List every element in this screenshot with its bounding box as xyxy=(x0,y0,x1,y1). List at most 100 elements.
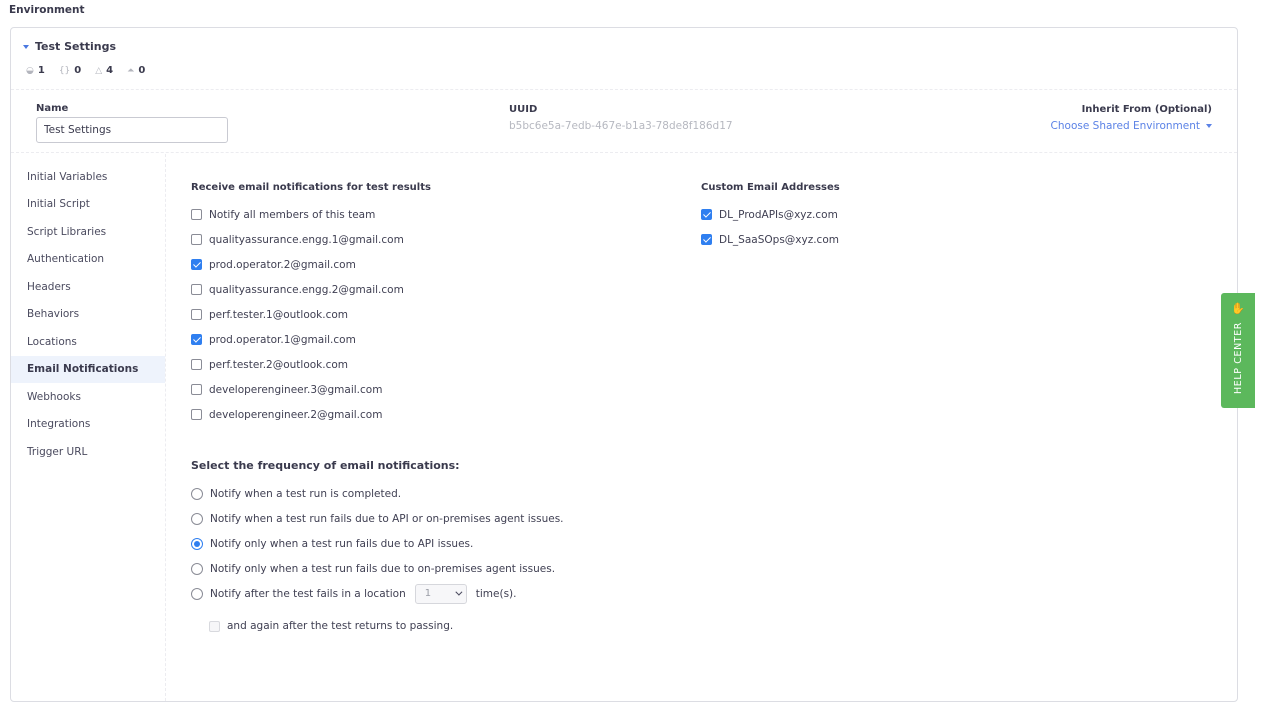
help-center-label: HELP CENTER xyxy=(1232,322,1244,394)
uuid-label: UUID xyxy=(509,104,538,115)
recipient-row[interactable]: developerengineer.2@gmail.com xyxy=(191,402,404,427)
checkbox[interactable] xyxy=(701,234,712,245)
again-checkbox[interactable] xyxy=(209,620,220,632)
inherit-label: Inherit From (Optional) xyxy=(1081,104,1212,115)
recipient-row[interactable]: qualityassurance.engg.2@gmail.com xyxy=(191,277,404,302)
meta-row: Name UUID b5bc6e5a-7edb-467e-b1a3-78de8f… xyxy=(11,90,1237,153)
recipient-label: qualityassurance.engg.2@gmail.com xyxy=(209,283,404,296)
custom-email-label: DL_SaaSOps@xyz.com xyxy=(719,233,839,246)
frequency-option-label: Notify only when a test run fails due to… xyxy=(210,537,474,550)
checkbox[interactable] xyxy=(191,234,202,245)
bell-icon: △ xyxy=(95,65,103,76)
radio-button[interactable] xyxy=(191,537,203,550)
sidebar-item-initial-variables[interactable]: Initial Variables xyxy=(11,163,165,191)
stat-tests: ⏶ 0 xyxy=(127,65,145,76)
collapse-toggle[interactable]: Test Settings xyxy=(23,40,116,53)
recipient-label: prod.operator.1@gmail.com xyxy=(209,333,356,346)
sidebar-item-locations[interactable]: Locations xyxy=(11,328,165,356)
checkbox[interactable] xyxy=(191,334,202,345)
stat-notifications: △ 4 xyxy=(95,65,113,76)
checkbox[interactable] xyxy=(191,384,202,395)
caret-down-icon xyxy=(23,44,29,49)
recipient-label: developerengineer.3@gmail.com xyxy=(209,383,383,396)
dropdown-label: Choose Shared Environment xyxy=(1050,120,1200,132)
sidebar-item-authentication[interactable]: Authentication xyxy=(11,246,165,274)
stats-bar: ◒ 1 {} 0 △ 4 ⏶ 0 xyxy=(26,65,145,76)
settings-body: Initial Variables Initial Script Script Li… xyxy=(11,154,1237,701)
recipient-label: prod.operator.2@gmail.com xyxy=(209,258,356,271)
again-after-passing-option[interactable]: and again after the test returns to pass… xyxy=(209,616,453,636)
uuid-group: UUID b5bc6e5a-7edb-467e-b1a3-78de8f186d1… xyxy=(509,104,733,132)
sidebar-item-email-notifications[interactable]: Email Notifications xyxy=(11,355,165,383)
sidebar-item-initial-script[interactable]: Initial Script xyxy=(11,191,165,219)
radio-button[interactable] xyxy=(191,562,203,575)
frequency-option[interactable]: Notify only when a test run fails due to… xyxy=(191,531,564,556)
email-notifications-content: Receive email notifications for test res… xyxy=(166,154,1237,701)
recipient-label: qualityassurance.engg.1@gmail.com xyxy=(209,233,404,246)
environment-panel: Test Settings ◒1 {}0 △4 ⏶0 Name UUID b5b… xyxy=(10,27,1238,702)
name-label: Name xyxy=(36,103,69,114)
caret-down-icon xyxy=(1206,124,1212,128)
panel-header: Test Settings ◒ 1 {} 0 △ 4 ⏶ 0 xyxy=(11,28,1237,90)
frequency-options: Notify when a test run is completed. Noti… xyxy=(191,481,564,606)
frequency-option[interactable]: Notify only when a test run fails due to… xyxy=(191,556,564,581)
radio-button[interactable] xyxy=(191,487,203,500)
panel-title: Test Settings xyxy=(35,40,117,53)
sidebar-item-integrations[interactable]: Integrations xyxy=(11,411,165,439)
recipient-row[interactable]: prod.operator.2@gmail.com xyxy=(191,252,404,277)
frequency-option[interactable]: Notify when a test run fails due to API … xyxy=(191,506,564,531)
custom-email-row[interactable]: DL_ProdAPIs@xyz.com xyxy=(701,202,839,227)
recipient-label: perf.tester.2@outlook.com xyxy=(209,358,349,371)
name-input[interactable] xyxy=(36,117,228,143)
checkbox[interactable] xyxy=(701,209,712,220)
times-select[interactable]: 1 xyxy=(414,583,467,604)
help-center-tab[interactable]: ✋ HELP CENTER xyxy=(1221,293,1255,408)
custom-emails-list: DL_ProdAPIs@xyz.com DL_SaaSOps@xyz.com xyxy=(701,202,839,252)
frequency-option-label: Notify when a test run is completed. xyxy=(210,487,402,500)
recipient-row[interactable]: Notify all members of this team xyxy=(191,202,404,227)
checkbox[interactable] xyxy=(191,309,202,320)
stat-value: 0 xyxy=(138,65,146,76)
frequency-option-location[interactable]: Notify after the test fails in a locatio… xyxy=(191,581,564,606)
recipient-row[interactable]: qualityassurance.engg.1@gmail.com xyxy=(191,227,404,252)
inherit-group: Inherit From (Optional) Choose Shared En… xyxy=(1051,104,1212,132)
frequency-option[interactable]: Notify when a test run is completed. xyxy=(191,481,564,506)
recipient-row[interactable]: perf.tester.1@outlook.com xyxy=(191,302,404,327)
page-title: Environment xyxy=(9,4,85,16)
stat-value: 1 xyxy=(37,65,45,76)
uuid-value: b5bc6e5a-7edb-467e-b1a3-78de8f186d17 xyxy=(509,120,733,132)
frequency-option-label: Notify when a test run fails due to API … xyxy=(210,512,564,525)
recipient-label: perf.tester.1@outlook.com xyxy=(209,308,349,321)
globe-icon: ◒ xyxy=(26,65,34,76)
checkbox[interactable] xyxy=(191,209,202,220)
recipients-title: Receive email notifications for test res… xyxy=(191,182,431,193)
radio-button[interactable] xyxy=(191,512,203,525)
recipient-row[interactable]: developerengineer.3@gmail.com xyxy=(191,377,404,402)
recipient-row[interactable]: perf.tester.2@outlook.com xyxy=(191,352,404,377)
checkbox[interactable] xyxy=(191,284,202,295)
location-suffix: time(s). xyxy=(475,587,517,600)
frequency-title: Select the frequency of email notificati… xyxy=(191,459,460,472)
sidebar-item-behaviors[interactable]: Behaviors xyxy=(11,301,165,329)
custom-emails-title: Custom Email Addresses xyxy=(701,182,840,193)
recipient-label: developerengineer.2@gmail.com xyxy=(209,408,383,421)
waving-hand-icon: ✋ xyxy=(1231,302,1245,315)
sidebar-item-trigger-url[interactable]: Trigger URL xyxy=(11,438,165,466)
checkbox[interactable] xyxy=(191,409,202,420)
stat-locations: ◒ 1 xyxy=(26,65,45,76)
sidebar-item-webhooks[interactable]: Webhooks xyxy=(11,383,165,411)
radio-button[interactable] xyxy=(191,587,203,600)
flask-icon: ⏶ xyxy=(127,65,135,76)
times-value: 1 xyxy=(424,588,432,599)
checkbox[interactable] xyxy=(191,359,202,370)
sidebar-item-headers[interactable]: Headers xyxy=(11,273,165,301)
braces-icon: {} xyxy=(58,65,71,76)
choose-shared-environment-dropdown[interactable]: Choose Shared Environment xyxy=(1051,120,1212,132)
sidebar-item-script-libraries[interactable]: Script Libraries xyxy=(11,218,165,246)
chevron-down-icon xyxy=(455,588,463,596)
recipient-row[interactable]: prod.operator.1@gmail.com xyxy=(191,327,404,352)
checkbox[interactable] xyxy=(191,259,202,270)
custom-email-row[interactable]: DL_SaaSOps@xyz.com xyxy=(701,227,839,252)
stat-value: 0 xyxy=(74,65,82,76)
stat-value: 4 xyxy=(106,65,114,76)
